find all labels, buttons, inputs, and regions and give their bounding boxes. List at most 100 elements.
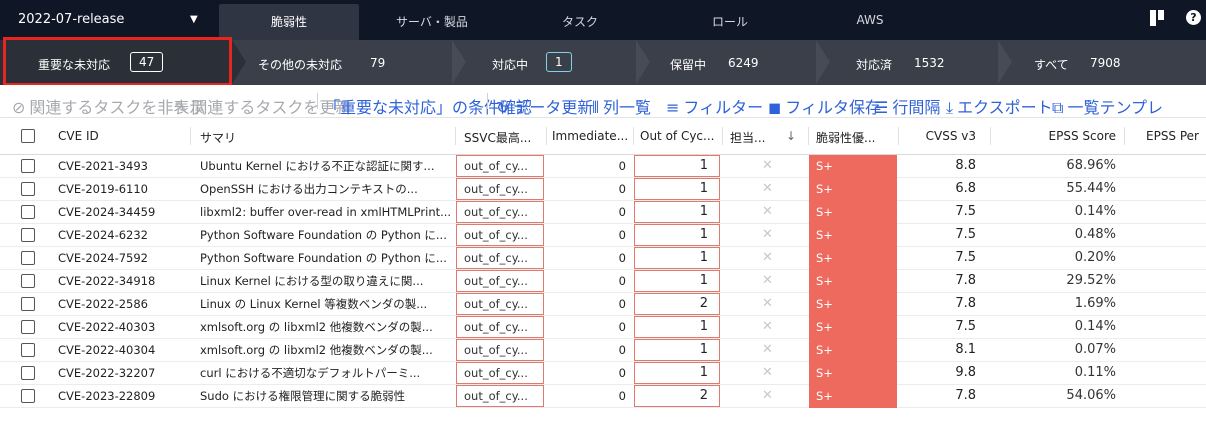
table-row[interactable]: CVE-2021-3493 Ubuntu Kernel における不正な認証に関す.… xyxy=(0,155,1206,178)
severity-badge: S+ xyxy=(809,293,897,316)
table-row[interactable]: CVE-2022-32207 curl における不適切なデフォルトパーミ... ou… xyxy=(0,362,1206,385)
header-cve-id[interactable]: CVE ID xyxy=(58,117,178,154)
tab-servers-products[interactable]: サーバ・製品 xyxy=(372,0,492,40)
cve-id-cell[interactable]: CVE-2024-7592 xyxy=(58,247,188,269)
status-segment-in-progress[interactable]: 対応中 1 xyxy=(466,40,636,85)
epss-score-cell: 55.44% xyxy=(1066,181,1116,196)
tab-aws[interactable]: AWS xyxy=(840,0,900,40)
segment-count: 47 xyxy=(130,52,164,72)
immediate-cell: 0 xyxy=(618,366,626,380)
segment-count: 7908 xyxy=(1090,56,1121,70)
table-row[interactable]: CVE-2022-34918 Linux Kernel における型の取り違えに関.… xyxy=(0,270,1206,293)
column-divider xyxy=(1124,127,1125,145)
segment-label: すべて xyxy=(1034,58,1069,72)
filter-button[interactable]: ≡ フィルター xyxy=(666,94,763,118)
cve-id-cell[interactable]: CVE-2022-32207 xyxy=(58,362,188,384)
row-checkbox[interactable] xyxy=(21,159,35,173)
release-selector[interactable]: 2022-07-release ▼ xyxy=(0,0,212,40)
close-icon: ✕ xyxy=(762,273,773,288)
cve-id-cell[interactable]: CVE-2021-3493 xyxy=(58,155,188,177)
summary-cell: Linux Kernel における型の取り違えに関... xyxy=(200,274,424,288)
status-segment-other-open[interactable]: その他の未対応 79 xyxy=(246,40,452,85)
save-filter-button[interactable]: ◼ フィルタ保存 xyxy=(768,94,881,118)
header-epss-percentile[interactable]: EPSS Per xyxy=(1146,117,1206,154)
row-checkbox[interactable] xyxy=(21,366,35,380)
table-row[interactable]: CVE-2024-7592 Python Software Foundation … xyxy=(0,247,1206,270)
segment-label: 重要な未対応 xyxy=(38,58,111,72)
tab-tasks[interactable]: タスク xyxy=(540,0,620,40)
table-row[interactable]: CVE-2024-6232 Python Software Foundation … xyxy=(0,224,1206,247)
severity-badge: S+ xyxy=(809,362,897,385)
segment-arrow xyxy=(636,40,650,84)
segment-arrow xyxy=(816,40,830,84)
status-segment-done[interactable]: 対応済 1532 xyxy=(830,40,998,85)
severity-badge: S+ xyxy=(809,385,897,408)
tab-roles[interactable]: ロール xyxy=(690,0,770,40)
header-out-of-cycle[interactable]: Out of Cyc... xyxy=(640,117,720,154)
refresh-data-button[interactable]: ↻ データ更新 xyxy=(496,94,593,118)
table-row[interactable]: CVE-2022-40303 xmlsoft.org の libxml2 他複数ベ… xyxy=(0,316,1206,339)
row-checkbox[interactable] xyxy=(21,389,35,403)
epss-score-cell: 0.14% xyxy=(1074,319,1116,334)
cve-id-cell[interactable]: CVE-2022-40303 xyxy=(58,316,188,338)
header-immediate[interactable]: Immediate... xyxy=(552,117,632,154)
row-checkbox[interactable] xyxy=(21,251,35,265)
immediate-cell: 0 xyxy=(618,159,626,173)
cve-id-cell[interactable]: CVE-2023-22809 xyxy=(58,385,188,407)
list-template-button[interactable]: ⧉ 一覧テンプレ xyxy=(1052,94,1163,118)
row-checkbox[interactable] xyxy=(21,205,35,219)
header-vuln-priority[interactable]: 脆弱性優... xyxy=(816,117,896,154)
help-icon[interactable]: ? xyxy=(1186,10,1201,25)
cve-id-cell[interactable]: CVE-2022-34918 xyxy=(58,270,188,292)
status-segment-all[interactable]: すべて 7908 xyxy=(1012,40,1182,85)
row-checkbox[interactable] xyxy=(21,228,35,242)
row-spacing-button[interactable]: ☰ 行間隔 xyxy=(874,94,940,118)
close-icon: ✕ xyxy=(762,158,773,173)
cve-id-cell[interactable]: CVE-2019-6110 xyxy=(58,178,188,200)
epss-score-cell: 29.52% xyxy=(1066,273,1116,288)
cve-id-cell[interactable]: CVE-2024-34459 xyxy=(58,201,188,223)
table-row[interactable]: CVE-2019-6110 OpenSSH における出力コンテキストの... out… xyxy=(0,178,1206,201)
toolbar-divider xyxy=(487,93,488,109)
row-checkbox[interactable] xyxy=(21,343,35,357)
bookmark-icon[interactable] xyxy=(1150,10,1164,30)
cve-id-cell[interactable]: CVE-2022-2586 xyxy=(58,293,188,315)
row-checkbox[interactable] xyxy=(21,182,35,196)
table-row[interactable]: CVE-2022-2586 Linux の Linux Kernel 等複数ベンダ… xyxy=(0,293,1206,316)
status-segment-on-hold[interactable]: 保留中 6249 xyxy=(650,40,816,85)
out-of-cycle-cell: 1 xyxy=(634,178,720,200)
sort-down-icon[interactable]: ↓ xyxy=(786,117,800,154)
tab-vulnerabilities[interactable]: 脆弱性 xyxy=(219,4,359,40)
header-summary[interactable]: サマリ xyxy=(200,117,440,154)
row-checkbox[interactable] xyxy=(21,297,35,311)
table-row[interactable]: CVE-2022-40304 xmlsoft.org の libxml2 他複数ベ… xyxy=(0,339,1206,362)
out-of-cycle-cell: 1 xyxy=(634,316,720,338)
ssvc-cell: out_of_cy... xyxy=(456,178,544,200)
row-checkbox[interactable] xyxy=(21,274,35,288)
cve-id-cell[interactable]: CVE-2022-40304 xyxy=(58,339,188,361)
table-row[interactable]: CVE-2024-34459 libxml2: buffer over-read … xyxy=(0,201,1206,224)
cve-id-cell[interactable]: CVE-2024-6232 xyxy=(58,224,188,246)
close-icon: ✕ xyxy=(762,296,773,311)
close-icon: ✕ xyxy=(762,250,773,265)
columns-button[interactable]: ⦀ 列一覧 xyxy=(592,94,651,118)
summary-cell: xmlsoft.org の libxml2 他複数ベンダの製... xyxy=(200,343,433,357)
row-checkbox[interactable] xyxy=(21,320,35,334)
epss-score-cell: 0.11% xyxy=(1074,365,1116,380)
epss-score-cell: 68.96% xyxy=(1066,158,1116,173)
header-cvss-v3[interactable]: CVSS v3 xyxy=(906,117,976,154)
export-button[interactable]: ⤓ エクスポート xyxy=(946,94,1053,118)
cvss-cell: 7.5 xyxy=(955,227,976,242)
segment-arrow xyxy=(998,40,1012,84)
header-ssvc[interactable]: SSVC最高... xyxy=(464,117,546,154)
cvss-cell: 6.8 xyxy=(955,181,976,196)
severity-badge: S+ xyxy=(809,270,897,293)
header-assignee[interactable]: 担当... xyxy=(730,117,778,154)
header-epss-score[interactable]: EPSS Score xyxy=(1000,117,1116,154)
status-segment-critical-open[interactable]: 重要な未対応 47 xyxy=(0,40,232,85)
close-icon: ✕ xyxy=(762,365,773,380)
table-row[interactable]: CVE-2023-22809 Sudo における権限管理に関する脆弱性 out_of… xyxy=(0,385,1206,408)
close-icon: ✕ xyxy=(762,319,773,334)
select-all-checkbox[interactable] xyxy=(21,129,35,143)
summary-cell: Python Software Foundation の Python に... xyxy=(200,228,447,242)
